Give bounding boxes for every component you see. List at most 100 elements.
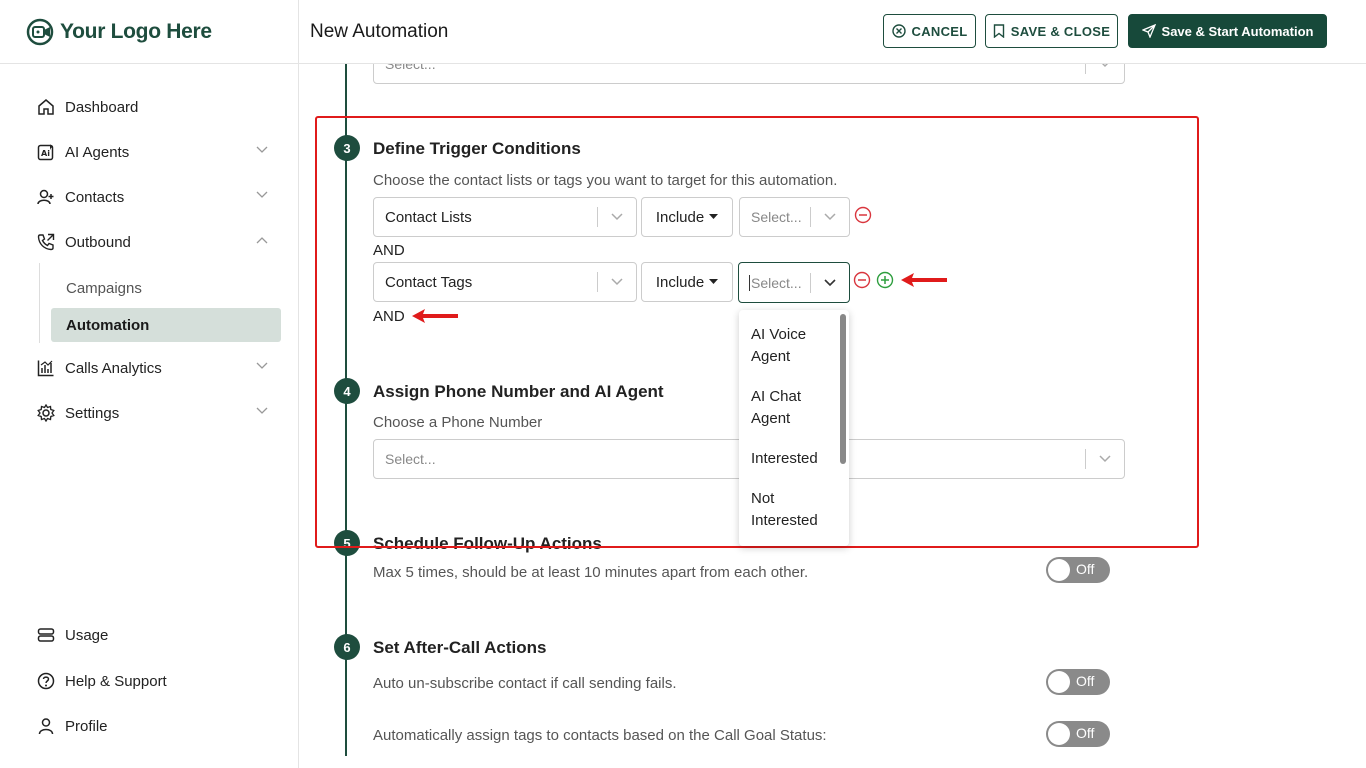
- sidebar-item-help[interactable]: Help & Support: [36, 666, 276, 696]
- ai-icon: Ai: [36, 142, 56, 162]
- chevron-down-icon: [256, 146, 268, 153]
- chevron-down-icon: [256, 407, 268, 414]
- save-close-button-label: SAVE & CLOSE: [1010, 23, 1111, 39]
- step-number-3: 3: [334, 135, 360, 161]
- follow-up-toggle[interactable]: Off: [1046, 557, 1110, 583]
- caret-down-icon: [709, 214, 719, 219]
- sidebar-item-label: Calls Analytics: [65, 359, 162, 377]
- step-number-5: 5: [334, 530, 360, 556]
- toggle-knob: [1048, 671, 1070, 693]
- sidebar-item-label: Dashboard: [65, 98, 139, 116]
- sidebar-item-label: Outbound: [65, 233, 131, 251]
- add-condition-icon[interactable]: [876, 271, 894, 289]
- after-call-option-1: Auto un-subscribe contact if call sendin…: [373, 675, 677, 692]
- sidebar-item-label: Help & Support: [65, 672, 167, 690]
- page-title: New Automation: [310, 21, 449, 42]
- and-connector-2: AND: [373, 308, 405, 325]
- toggle-label: Off: [1076, 673, 1095, 689]
- logo[interactable]: Your Logo Here: [26, 16, 212, 48]
- sidebar-subitem-automation[interactable]: Automation: [51, 308, 281, 342]
- step-number-4: 4: [334, 378, 360, 404]
- server-icon: [36, 625, 56, 645]
- submenu-line: [39, 263, 40, 343]
- sidebar-item-label: Settings: [65, 404, 120, 422]
- condition2-value-placeholder: Select...: [749, 274, 810, 291]
- dropdown-option-not-interested[interactable]: Not Interested: [751, 488, 836, 532]
- chevron-down-icon: [598, 278, 636, 286]
- step6-title: Set After-Call Actions: [373, 638, 547, 657]
- dropdown-option-ai-voice-agent[interactable]: AI Voice Agent: [751, 324, 836, 368]
- gear-icon: [36, 403, 56, 423]
- condition1-type-select[interactable]: Contact Lists: [373, 197, 637, 237]
- toggle-knob: [1048, 559, 1070, 581]
- sidebar-subitem-label: Automation: [66, 316, 150, 334]
- sidebar-item-dashboard[interactable]: Dashboard: [36, 92, 276, 122]
- red-arrow-annotation-icon: [412, 309, 458, 323]
- step3-description: Choose the contact lists or tags you wan…: [373, 172, 838, 189]
- assign-tags-toggle[interactable]: Off: [1046, 721, 1110, 747]
- step3-title: Define Trigger Conditions: [373, 139, 581, 158]
- header: New Automation CANCEL SAVE & CLOSE Save …: [299, 0, 1366, 64]
- sidebar-item-label: Profile: [65, 717, 108, 735]
- red-arrow-annotation-icon: [901, 273, 947, 287]
- sidebar-item-contacts[interactable]: Contacts: [36, 182, 276, 212]
- dropdown-scrollbar[interactable]: [840, 314, 846, 464]
- after-call-option-2: Automatically assign tags to contacts ba…: [373, 727, 827, 744]
- condition1-value-select[interactable]: Select...: [739, 197, 850, 237]
- sidebar-item-settings[interactable]: Settings: [36, 398, 276, 428]
- close-circle-icon: [891, 24, 906, 38]
- save-close-button[interactable]: SAVE & CLOSE: [985, 14, 1118, 48]
- sidebar-item-profile[interactable]: Profile: [36, 711, 276, 741]
- sidebar-item-calls-analytics[interactable]: Calls Analytics: [36, 353, 276, 383]
- remove-condition1-icon[interactable]: [854, 206, 872, 224]
- home-icon: [36, 97, 56, 117]
- condition1-type-value: Contact Lists: [385, 208, 472, 226]
- chevron-up-icon: [256, 237, 268, 244]
- sidebar-item-label: Contacts: [65, 188, 125, 206]
- toggle-label: Off: [1076, 561, 1095, 577]
- condition1-include-select[interactable]: Include: [641, 197, 733, 237]
- condition2-type-select[interactable]: Contact Tags: [373, 262, 637, 302]
- sidebar-subitem-campaigns[interactable]: Campaigns: [51, 271, 281, 305]
- tags-dropdown-menu[interactable]: AI Voice Agent AI Chat Agent Interested …: [739, 310, 849, 546]
- chart-icon: [36, 358, 56, 378]
- sidebar-item-ai-agents[interactable]: Ai AI Agents: [36, 137, 276, 167]
- condition2-value-select[interactable]: Select...: [738, 262, 850, 303]
- user-icon: [36, 716, 56, 736]
- sidebar-item-outbound[interactable]: Outbound: [36, 227, 276, 257]
- save-start-button[interactable]: Save & Start Automation: [1128, 14, 1327, 48]
- step-number-6: 6: [334, 634, 360, 660]
- unsubscribe-toggle[interactable]: Off: [1046, 669, 1110, 695]
- dropdown-option-ai-chat-agent[interactable]: AI Chat Agent: [751, 386, 836, 430]
- condition1-value-placeholder: Select...: [751, 209, 802, 225]
- condition2-type-value: Contact Tags: [385, 273, 473, 291]
- sidebar-item-label: AI Agents: [65, 143, 130, 161]
- step4-description: Choose a Phone Number: [373, 414, 543, 431]
- toggle-knob: [1048, 723, 1070, 745]
- phone-number-placeholder: Select...: [385, 451, 436, 467]
- toggle-label: Off: [1076, 725, 1095, 741]
- cancel-button[interactable]: CANCEL: [883, 14, 976, 48]
- sidebar-item-usage[interactable]: Usage: [36, 620, 276, 650]
- condition2-include-select[interactable]: Include: [641, 262, 733, 302]
- sidebar-subitem-label: Campaigns: [66, 279, 142, 297]
- phone-outgoing-icon: [36, 232, 56, 252]
- remove-condition2-icon[interactable]: [853, 271, 871, 289]
- chevron-down-icon: [811, 278, 849, 287]
- send-icon: [1141, 24, 1156, 38]
- caret-down-icon: [709, 279, 719, 284]
- logo-text: Your Logo Here: [60, 20, 212, 43]
- chevron-down-icon: [1086, 455, 1124, 463]
- chevron-down-icon: [256, 362, 268, 369]
- chevron-down-icon: [811, 213, 849, 221]
- step5-title: Schedule Follow-Up Actions: [373, 534, 602, 553]
- step5-description: Max 5 times, should be at least 10 minut…: [373, 564, 809, 581]
- sidebar: Your Logo Here Dashboard Ai AI Agents Co…: [0, 0, 299, 768]
- save-start-button-label: Save & Start Automation: [1161, 23, 1314, 39]
- chevron-down-icon: [598, 213, 636, 221]
- svg-text:Ai: Ai: [41, 149, 50, 158]
- sidebar-divider: [0, 63, 299, 64]
- user-plus-icon: [36, 187, 56, 207]
- dropdown-option-interested[interactable]: Interested: [751, 448, 836, 470]
- cancel-button-label: CANCEL: [911, 23, 968, 39]
